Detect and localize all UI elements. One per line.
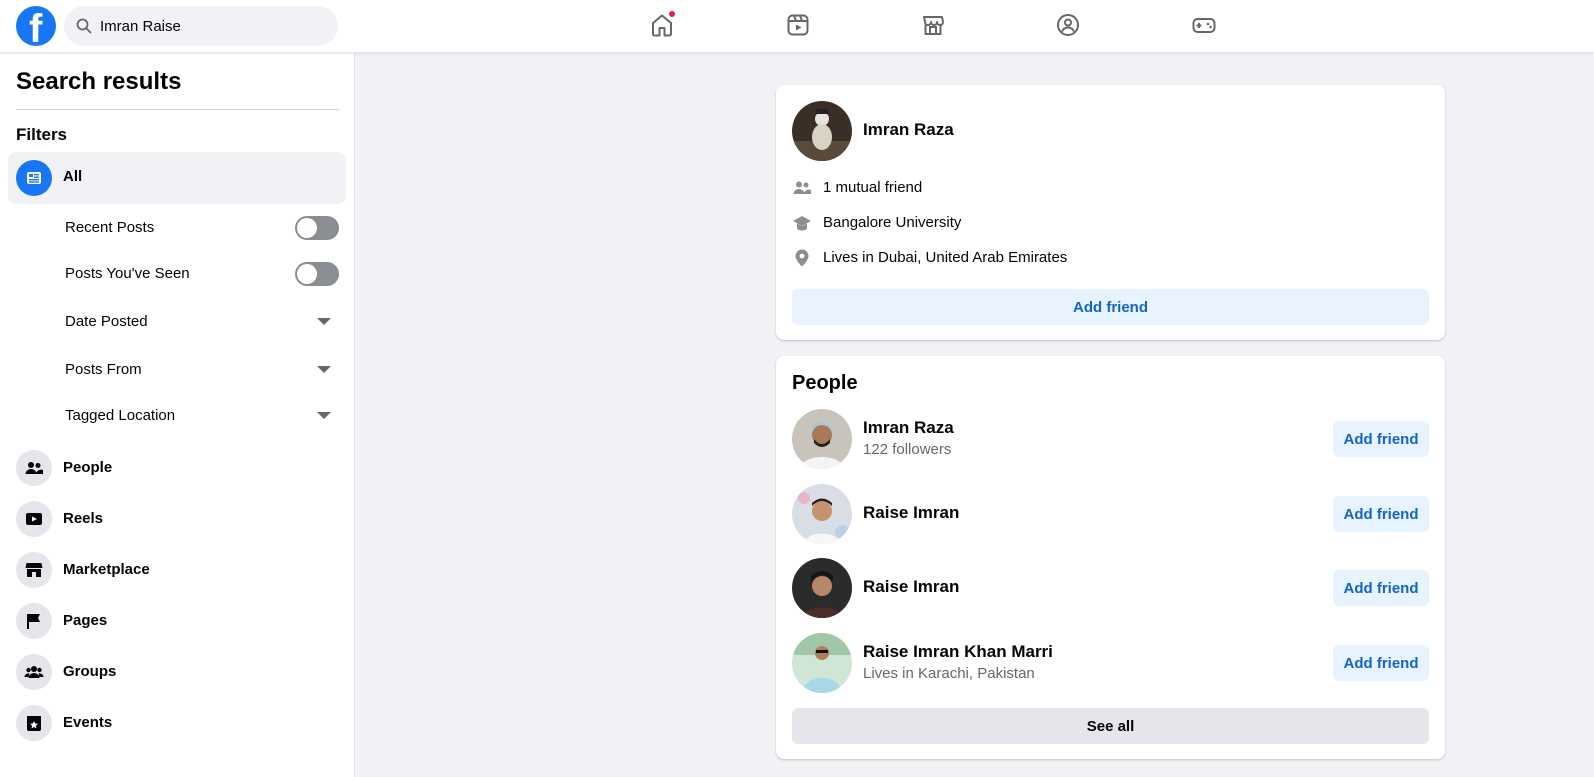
page-title: Search results (16, 68, 182, 95)
filter-all-label: All (63, 168, 83, 185)
person-name[interactable]: Raise Imran (863, 577, 959, 597)
category-reels[interactable]: Reels (16, 499, 346, 539)
category-label: Reels (63, 510, 104, 527)
person-name[interactable]: Raise Imran (863, 503, 959, 523)
flag-icon (27, 614, 40, 629)
avatar[interactable] (792, 101, 852, 161)
category-label: Pages (63, 612, 108, 629)
person-subtitle: Lives in Karachi, Pakistan (863, 665, 1035, 682)
person-subtitle: 122 followers (863, 441, 952, 458)
category-groups[interactable]: Groups (16, 652, 346, 692)
add-friend-button[interactable]: Add friend (1333, 645, 1429, 681)
education-text: Bangalore University (823, 214, 962, 231)
posts-seen-label: Posts You've Seen (65, 265, 190, 282)
category-marketplace[interactable]: Marketplace (16, 550, 346, 590)
avatar[interactable] (792, 633, 852, 693)
top-navigation-bar: f (0, 0, 1594, 53)
reels-icon (26, 513, 42, 525)
people-icon (25, 462, 43, 474)
recent-posts-toggle[interactable] (295, 216, 339, 240)
location-text: Lives in Dubai, United Arab Emirates (823, 249, 1068, 266)
add-friend-button[interactable]: Add friend (1333, 570, 1429, 606)
filter-all[interactable]: All (8, 152, 346, 204)
tagged-location-dropdown[interactable]: Tagged Location (65, 398, 345, 434)
marketplace-icon (923, 16, 944, 35)
posts-seen-filter[interactable]: Posts You've Seen (65, 256, 345, 292)
filters-heading: Filters (16, 125, 68, 144)
marketplace-icon (25, 563, 43, 577)
groups-nav-button[interactable] (1053, 10, 1083, 40)
see-all-button[interactable]: See all (792, 708, 1429, 744)
mutual-friends-row: 1 mutual friend (792, 176, 1392, 200)
search-box[interactable] (64, 6, 338, 46)
search-filters-sidebar: Search results Filters All Recent Posts … (0, 53, 355, 777)
education-row: Bangalore University (792, 211, 1392, 235)
date-posted-dropdown[interactable]: Date Posted (65, 304, 345, 340)
education-icon (793, 216, 811, 231)
toggle-knob (297, 218, 317, 238)
recent-posts-label: Recent Posts (65, 219, 155, 236)
mutual-friends-text: 1 mutual friend (823, 179, 923, 196)
add-friend-button[interactable]: Add friend (1333, 496, 1429, 532)
search-input[interactable] (100, 17, 320, 35)
home-nav-button[interactable] (647, 10, 677, 40)
caret-down-icon (317, 318, 331, 325)
gaming-icon (1192, 18, 1216, 33)
groups-icon (1057, 14, 1079, 36)
list-item[interactable]: Imran Raza 122 followers Add friend (792, 409, 1429, 469)
profile-name[interactable]: Imran Raza (863, 120, 954, 140)
caret-down-icon (317, 412, 331, 419)
recent-posts-filter[interactable]: Recent Posts (65, 210, 345, 246)
posts-from-dropdown[interactable]: Posts From (65, 352, 345, 388)
toggle-knob (297, 264, 317, 284)
tagged-location-label: Tagged Location (65, 407, 176, 424)
calendar-star-icon (27, 716, 41, 731)
gaming-nav-button[interactable] (1189, 10, 1219, 40)
groups-icon (24, 666, 44, 678)
category-pages[interactable]: Pages (16, 601, 346, 641)
category-people[interactable]: People (16, 448, 346, 488)
avatar[interactable] (792, 484, 852, 544)
search-icon (76, 18, 92, 34)
people-section-title: People (792, 372, 858, 394)
video-icon (787, 14, 809, 36)
person-name[interactable]: Imran Raza (863, 418, 954, 438)
list-item[interactable]: Raise Imran Khan Marri Lives in Karachi,… (792, 633, 1429, 693)
category-label: Marketplace (63, 561, 150, 578)
avatar[interactable] (792, 558, 852, 618)
location-row: Lives in Dubai, United Arab Emirates (792, 246, 1392, 270)
list-item[interactable]: Raise Imran Add friend (792, 558, 1429, 618)
person-name[interactable]: Raise Imran Khan Marri (863, 642, 1053, 662)
video-nav-button[interactable] (783, 10, 813, 40)
posts-seen-toggle[interactable] (295, 262, 339, 286)
caret-down-icon (317, 366, 331, 373)
location-pin-icon (795, 249, 809, 267)
category-label: Events (63, 714, 113, 731)
category-events[interactable]: Events (16, 703, 346, 743)
divider (16, 109, 339, 110)
add-friend-button[interactable]: Add friend (792, 289, 1429, 325)
top-result-card: Imran Raza 1 mutual friend Bangalore Uni… (776, 85, 1445, 340)
notification-dot (668, 10, 676, 18)
all-results-icon (16, 160, 52, 196)
list-item[interactable]: Raise Imran Add friend (792, 484, 1429, 544)
avatar[interactable] (792, 409, 852, 469)
mutual-friends-icon (793, 181, 811, 194)
posts-from-label: Posts From (65, 361, 142, 378)
add-friend-button[interactable]: Add friend (1333, 421, 1429, 457)
facebook-logo-icon[interactable]: f (16, 6, 56, 46)
marketplace-nav-button[interactable] (918, 10, 948, 40)
date-posted-label: Date Posted (65, 313, 148, 330)
category-label: People (63, 459, 113, 476)
people-results-card: People Imran Raza 122 followers Add frie… (776, 356, 1445, 759)
category-label: Groups (63, 663, 117, 680)
